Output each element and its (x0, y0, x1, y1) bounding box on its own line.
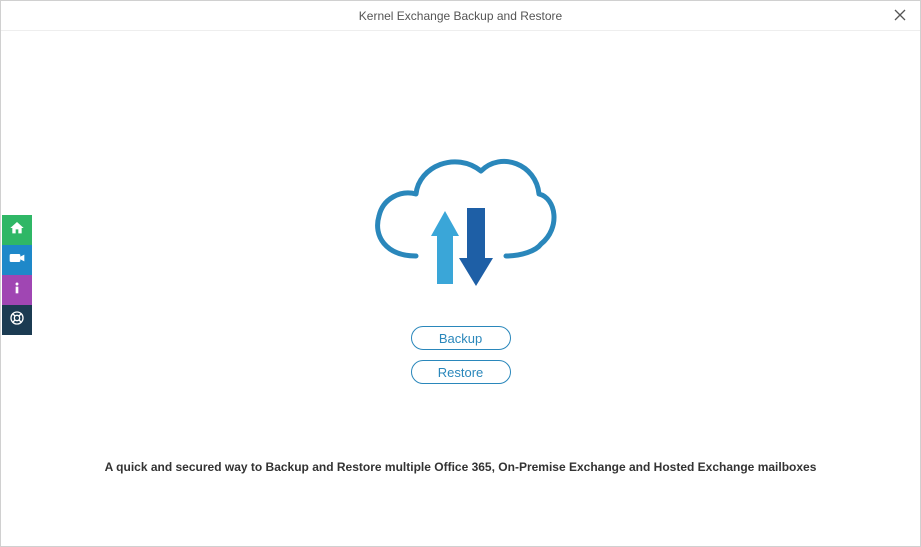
action-buttons: Backup Restore (411, 326, 511, 384)
restore-button[interactable]: Restore (411, 360, 511, 384)
window-title: Kernel Exchange Backup and Restore (359, 9, 562, 23)
close-icon (892, 9, 908, 21)
cloud-illustration (361, 146, 561, 321)
main-content: Backup Restore A quick and secured way t… (1, 31, 920, 546)
close-button[interactable] (892, 7, 908, 23)
restore-button-label: Restore (438, 365, 484, 380)
tagline-text: A quick and secured way to Backup and Re… (1, 460, 920, 474)
titlebar: Kernel Exchange Backup and Restore (1, 1, 920, 31)
backup-button[interactable]: Backup (411, 326, 511, 350)
backup-button-label: Backup (439, 331, 482, 346)
